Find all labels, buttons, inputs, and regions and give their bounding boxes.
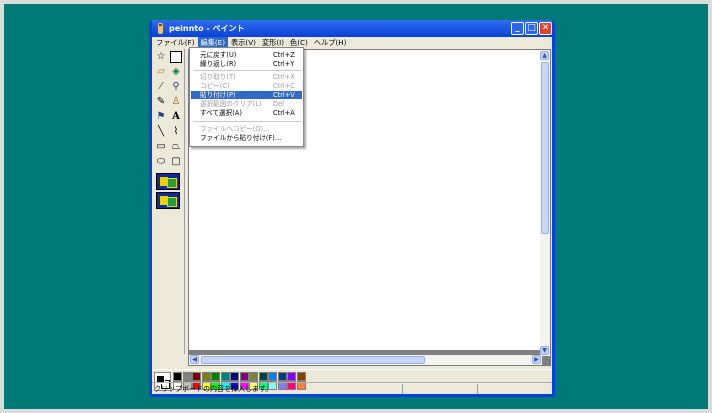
menu-item-label: 選択範囲のクリア(L) xyxy=(200,100,262,108)
menu-item-label: すべて選択(A) xyxy=(200,109,242,117)
menu-separator xyxy=(193,121,301,122)
menu-item-shortcut: Ctrl+X xyxy=(273,73,295,81)
polygon-tool[interactable]: ⏢ xyxy=(170,141,182,153)
menu-item-shortcut: Ctrl+A xyxy=(273,109,295,117)
vertical-scroll-thumb[interactable] xyxy=(541,62,549,234)
vertical-scrollbar[interactable]: ▲ ▼ xyxy=(540,50,550,356)
menu-item-label: ファイルから貼り付け(F)... xyxy=(200,134,282,142)
status-divider xyxy=(402,384,403,394)
window-title: peinnto - ペイント xyxy=(169,24,245,33)
text-tool[interactable]: A xyxy=(170,111,182,123)
scroll-left-icon[interactable]: ◀ xyxy=(190,355,199,364)
menu-help[interactable]: ヘルプ(H) xyxy=(311,37,350,48)
edit-menu-item: コピー(C) Ctrl+C xyxy=(191,82,302,90)
ellipse-tool[interactable]: ⬭ xyxy=(155,156,167,168)
edit-menu-item: 選択範囲のクリア(L) Del xyxy=(191,100,302,108)
close-icon: ✕ xyxy=(541,23,550,33)
menu-item-shortcut: Ctrl+V xyxy=(273,91,295,99)
palette-swatch[interactable] xyxy=(239,372,249,381)
palette-swatch[interactable] xyxy=(211,372,220,381)
minimize-button[interactable]: _ xyxy=(511,22,524,35)
minimize-icon: _ xyxy=(515,23,520,33)
status-text: クリップボードの内容を挿入します。 xyxy=(154,385,273,393)
palette-swatch[interactable] xyxy=(287,372,296,381)
airbrush-tool[interactable]: ⚑ xyxy=(155,111,167,123)
close-button[interactable]: ✕ xyxy=(539,22,552,35)
toolbox: ☆ ▱ ◈ ⁄ ⚲ ✎ ♙ ⚑ A ╲ ⌇ ▭ ⏢ ⬭ ▢ xyxy=(153,49,185,354)
paint-app-icon xyxy=(156,23,165,34)
edit-menu-item: 切り取り(T) Ctrl+X xyxy=(191,73,302,81)
brush-tool[interactable]: ♙ xyxy=(170,96,182,108)
tool-option-opaque[interactable] xyxy=(156,173,180,190)
menu-item-shortcut: Ctrl+Y xyxy=(273,60,295,68)
status-bar: クリップボードの内容を挿入します。 xyxy=(152,382,552,394)
menu-item-shortcut: Ctrl+C xyxy=(273,82,295,90)
free-select-tool[interactable]: ☆ xyxy=(155,51,167,63)
magnifier-tool[interactable]: ⚲ xyxy=(170,81,182,93)
palette-swatch[interactable] xyxy=(220,372,230,381)
rect-select-tool[interactable] xyxy=(170,51,182,63)
scroll-up-icon[interactable]: ▲ xyxy=(540,51,549,60)
fill-tool[interactable]: ◈ xyxy=(170,66,182,78)
horizontal-scrollbar[interactable]: ◀ ▶ xyxy=(189,355,542,365)
title-bar[interactable]: peinnto - ペイント _ □ ✕ xyxy=(152,20,552,37)
palette-swatch[interactable] xyxy=(296,372,306,381)
edit-menu-item[interactable]: 繰り返し(R) Ctrl+Y xyxy=(191,60,302,68)
palette-swatch[interactable] xyxy=(277,372,287,381)
curve-tool[interactable]: ⌇ xyxy=(170,126,182,138)
tool-option-transparent[interactable] xyxy=(156,192,180,209)
menu-item-label: 繰り返し(R) xyxy=(200,60,237,68)
menu-item-label: 切り取り(T) xyxy=(200,73,236,81)
palette-swatch[interactable] xyxy=(192,372,201,381)
palette-swatch[interactable] xyxy=(268,372,277,381)
menu-item-label: コピー(C) xyxy=(200,82,230,90)
rectangle-tool[interactable]: ▭ xyxy=(155,141,167,153)
menu-item-label: 貼り付け(P) xyxy=(200,91,236,99)
eraser-tool[interactable]: ▱ xyxy=(155,66,167,78)
line-tool[interactable]: ╲ xyxy=(155,126,167,138)
edit-menu-item[interactable]: 貼り付け(P) Ctrl+V xyxy=(191,91,302,99)
pencil-tool[interactable]: ✎ xyxy=(155,96,167,108)
menu-item-label: 元に戻す(U) xyxy=(200,51,237,59)
scroll-right-icon[interactable]: ▶ xyxy=(532,355,541,364)
menu-separator xyxy=(193,70,301,71)
maximize-icon: □ xyxy=(527,23,536,33)
rounded-rect-tool[interactable]: ▢ xyxy=(170,156,182,168)
menu-item-shortcut: Del xyxy=(273,100,284,108)
edit-menu-dropdown: 元に戻す(U) Ctrl+Z 繰り返し(R) Ctrl+Y 切り取り(T) Ctrl+X コ… xyxy=(189,47,304,147)
maximize-button[interactable]: □ xyxy=(525,22,538,35)
color-picker-tool[interactable]: ⁄ xyxy=(155,81,167,93)
palette-swatch[interactable] xyxy=(230,372,239,381)
menu-item-label: ファイルへコピー(O)... xyxy=(200,125,270,133)
palette-swatch[interactable] xyxy=(249,372,258,381)
palette-swatch[interactable] xyxy=(201,372,211,381)
palette-swatch[interactable] xyxy=(258,372,268,381)
palette-swatch[interactable] xyxy=(173,372,182,381)
edit-menu-item[interactable]: ファイルから貼り付け(F)... xyxy=(191,134,302,142)
edit-menu-item[interactable]: すべて選択(A) Ctrl+A xyxy=(191,109,302,117)
palette-swatch[interactable] xyxy=(182,372,192,381)
edit-menu-item: ファイルへコピー(O)... xyxy=(191,125,302,133)
horizontal-scroll-thumb[interactable] xyxy=(201,356,425,364)
status-divider xyxy=(477,384,478,394)
edit-menu-item[interactable]: 元に戻す(U) Ctrl+Z xyxy=(191,51,302,59)
menu-item-shortcut: Ctrl+Z xyxy=(273,51,295,59)
scroll-down-icon[interactable]: ▼ xyxy=(540,346,549,355)
